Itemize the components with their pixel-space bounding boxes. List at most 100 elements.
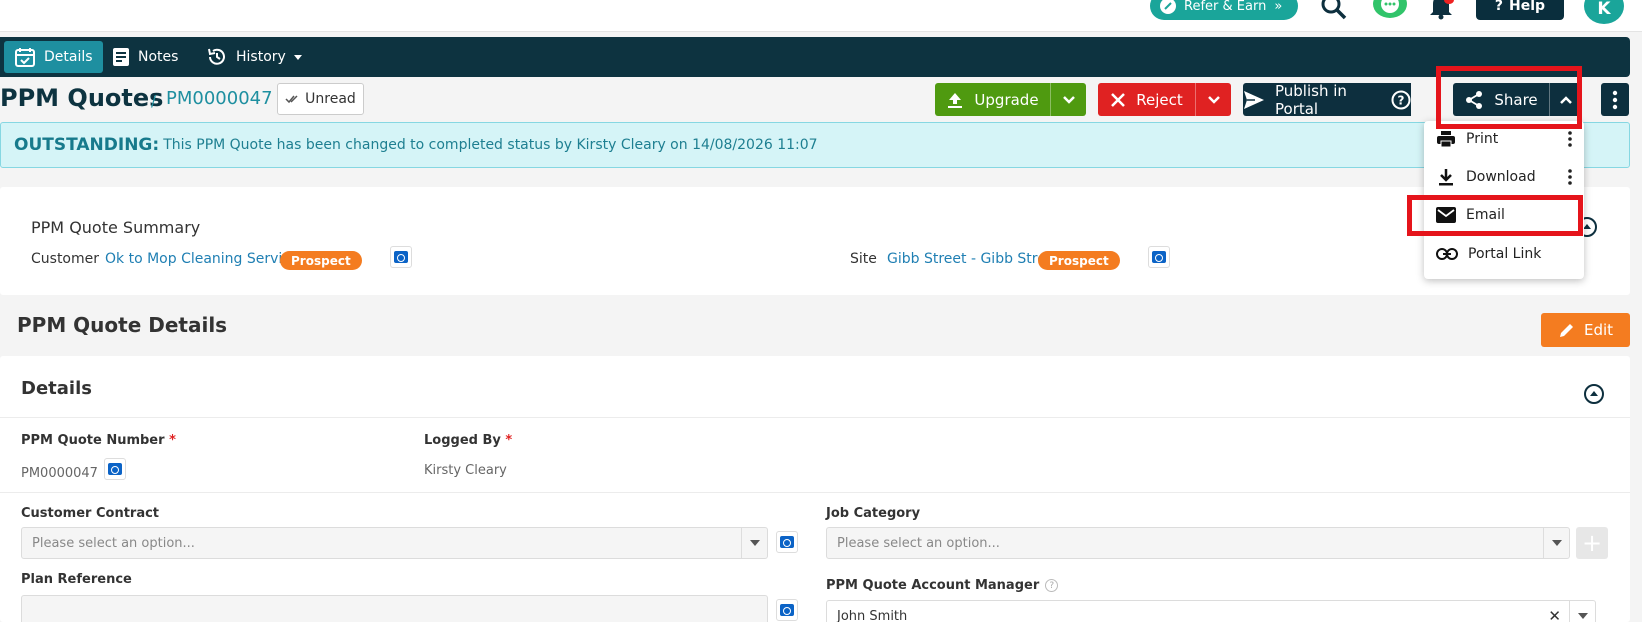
- double-check-icon: [285, 94, 299, 104]
- menu-item-label: Portal Link: [1468, 246, 1542, 262]
- reject-split-button: Reject: [1098, 83, 1231, 116]
- download-icon: [1436, 167, 1456, 187]
- menu-item-portal-link[interactable]: Portal Link: [1424, 236, 1584, 272]
- record-nav-bar: Details Notes History: [0, 37, 1630, 77]
- outlook-icon[interactable]: [776, 531, 798, 553]
- kebab-menu-icon[interactable]: [1568, 131, 1572, 147]
- chat-icon[interactable]: [1373, 0, 1407, 18]
- question-icon: ?: [1494, 0, 1504, 14]
- unread-button[interactable]: Unread: [277, 83, 364, 115]
- upgrade-button[interactable]: Upgrade: [935, 83, 1050, 116]
- outlook-icon[interactable]: [390, 246, 412, 268]
- top-bar: Refer & Earn » ? Help K: [0, 0, 1642, 32]
- email-highlight-box: [1407, 195, 1583, 236]
- card-title: Details: [21, 378, 92, 399]
- divider: [0, 417, 1630, 418]
- customer-contract-placeholder: Please select an option...: [32, 535, 195, 551]
- quote-summary-card: PPM Quote Summary Customer Ok to Mop Cle…: [0, 187, 1630, 295]
- upgrade-options-button[interactable]: [1050, 83, 1086, 116]
- menu-item-label: Download: [1466, 169, 1536, 185]
- calendar-check-icon: [14, 46, 36, 68]
- account-manager-label-text: PPM Quote Account Manager: [826, 578, 1040, 593]
- required-marker: *: [169, 433, 176, 448]
- reject-button[interactable]: Reject: [1098, 83, 1195, 116]
- customer-contract-label: Customer Contract: [21, 506, 160, 521]
- job-category-label: Job Category: [826, 506, 921, 521]
- refer-label: Refer & Earn: [1184, 0, 1267, 14]
- close-icon: [1110, 92, 1126, 108]
- site-label: Site: [850, 251, 877, 267]
- outlook-icon[interactable]: [776, 599, 798, 621]
- tab-notes[interactable]: Notes: [102, 41, 188, 73]
- more-actions-button[interactable]: [1601, 83, 1629, 116]
- help-circle-icon[interactable]: ?: [1045, 579, 1059, 592]
- clear-icon[interactable]: ✕: [1548, 607, 1561, 622]
- outlook-icon[interactable]: [1148, 246, 1170, 268]
- summary-title: PPM Quote Summary: [31, 218, 201, 237]
- quote-number-label-text: PPM Quote Number: [21, 433, 165, 448]
- details-card: Details PPM Quote Number * PM0000047 Log…: [0, 356, 1630, 622]
- logged-by-label-text: Logged By: [424, 433, 501, 448]
- quote-number-label: PPM Quote Number *: [21, 433, 176, 448]
- svg-text:?: ?: [1398, 93, 1405, 107]
- status-message: This PPM Quote has been changed to compl…: [163, 137, 818, 153]
- note-icon: [112, 47, 130, 67]
- outlook-icon[interactable]: [104, 458, 126, 480]
- add-job-category-button[interactable]: +: [1576, 527, 1608, 559]
- collapse-icon[interactable]: [1584, 384, 1604, 404]
- logged-by-value: Kirsty Cleary: [424, 463, 507, 478]
- avatar[interactable]: K: [1584, 0, 1624, 24]
- reject-label: Reject: [1136, 90, 1183, 109]
- tab-details-label: Details: [44, 49, 93, 65]
- share-highlight-box: [1436, 66, 1582, 129]
- logged-by-label: Logged By *: [424, 433, 512, 448]
- refer-and-earn-button[interactable]: Refer & Earn »: [1150, 0, 1298, 20]
- plan-reference-label: Plan Reference: [21, 572, 132, 587]
- menu-item-label: Print: [1466, 131, 1499, 147]
- chevron-down-icon: [293, 54, 302, 60]
- breadcrumb-separator: /: [151, 92, 157, 110]
- customer-status-badge: Prospect: [280, 251, 362, 270]
- upload-icon: [946, 91, 964, 109]
- quote-number-value: PM0000047: [21, 466, 98, 481]
- printer-icon: [1436, 130, 1456, 148]
- pencil-icon: [1558, 321, 1576, 339]
- upgrade-label: Upgrade: [974, 90, 1039, 109]
- kebab-menu-icon: [1612, 90, 1618, 110]
- unread-label: Unread: [305, 91, 356, 107]
- account-manager-label: PPM Quote Account Manager?: [826, 578, 1059, 593]
- chevron-down-icon: [1062, 95, 1076, 105]
- edit-button[interactable]: Edit: [1541, 313, 1630, 347]
- kebab-menu-icon[interactable]: [1568, 169, 1572, 185]
- help-circle-icon: ?: [1391, 90, 1411, 110]
- job-category-select[interactable]: Please select an option...: [826, 527, 1570, 559]
- account-manager-value: John Smith: [837, 608, 908, 622]
- customer-label: Customer: [31, 251, 100, 267]
- chevron-down-icon[interactable]: [741, 528, 767, 558]
- status-banner: OUTSTANDING: This PPM Quote has been cha…: [0, 122, 1630, 168]
- chevron-down-icon[interactable]: [1569, 601, 1595, 622]
- status-label: OUTSTANDING:: [14, 135, 160, 155]
- tab-history[interactable]: History: [196, 41, 312, 73]
- tab-notes-label: Notes: [138, 49, 179, 65]
- site-status-badge: Prospect: [1038, 251, 1120, 270]
- publish-in-portal-button[interactable]: Publish in Portal ?: [1243, 81, 1411, 118]
- reject-options-button[interactable]: [1195, 83, 1231, 116]
- tab-details[interactable]: Details: [4, 41, 103, 73]
- search-icon[interactable]: [1320, 0, 1348, 20]
- chevron-down-icon[interactable]: [1543, 528, 1569, 558]
- double-chevron-icon: »: [1274, 0, 1283, 14]
- customer-contract-select[interactable]: Please select an option...: [21, 527, 768, 559]
- link-icon: [1436, 248, 1458, 260]
- customer-link[interactable]: Ok to Mop Cleaning Services: [105, 251, 306, 267]
- menu-item-download[interactable]: Download: [1424, 159, 1584, 195]
- plan-reference-input[interactable]: [21, 595, 768, 622]
- help-label: Help: [1509, 0, 1546, 14]
- page-title: PPM Quotes: [0, 84, 164, 112]
- site-link[interactable]: Gibb Street - Gibb Street: [887, 251, 1060, 267]
- help-button[interactable]: ? Help: [1476, 0, 1564, 20]
- send-icon: [1243, 90, 1265, 110]
- section-heading: PPM Quote Details: [17, 313, 228, 337]
- publish-label: Publish in Portal: [1275, 81, 1347, 118]
- account-manager-select[interactable]: John Smith ✕: [826, 600, 1596, 622]
